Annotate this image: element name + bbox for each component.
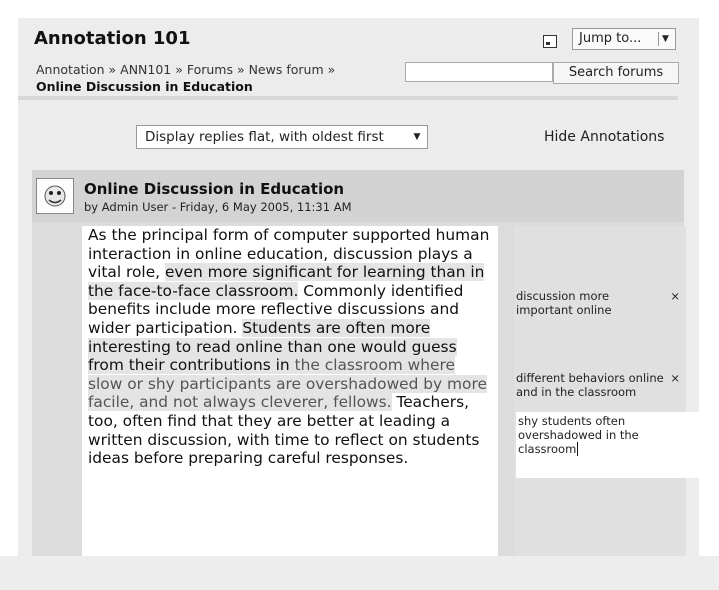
annotation-edit-text: shy students often overshadowed in the c…	[518, 414, 639, 456]
chevron-down-icon: ▼	[658, 32, 672, 46]
display-mode-select[interactable]: Display replies flat, with oldest first …	[136, 125, 428, 149]
annotation-margin: discussion more important online × diffe…	[514, 226, 702, 556]
post-title: Online Discussion in Education	[84, 180, 345, 198]
forum-page: Annotation 101 Jump to... ▼ Annotation »…	[18, 18, 702, 556]
breadcrumb-current: Online Discussion in Education	[36, 79, 253, 94]
post-header: Online Discussion in Education by Admin …	[32, 170, 684, 222]
search-input[interactable]	[405, 62, 553, 82]
post-text: As the principal form of computer suppor…	[82, 226, 498, 468]
close-icon[interactable]: ×	[670, 371, 680, 385]
display-mode-label: Display replies flat, with oldest first	[145, 129, 384, 145]
hide-annotations-link[interactable]: Hide Annotations	[544, 129, 664, 145]
text-cursor	[577, 442, 579, 456]
annotation-text: discussion more important online	[516, 289, 612, 317]
user-face-icon	[44, 185, 66, 207]
post-body: As the principal form of computer suppor…	[82, 226, 498, 556]
chevron-down-icon: ▼	[413, 132, 421, 142]
avatar[interactable]	[36, 178, 74, 214]
annotation-note[interactable]: different behaviors online and in the cl…	[516, 371, 680, 399]
annotation-edit-box[interactable]: shy students often overshadowed in the c…	[516, 412, 702, 478]
close-icon[interactable]: ×	[670, 289, 680, 303]
post-date: - Friday, 6 May 2005, 11:31 AM	[168, 200, 352, 214]
header-divider	[18, 96, 678, 100]
forum-post: Online Discussion in Education by Admin …	[32, 170, 702, 556]
post-byline: by Admin User - Friday, 6 May 2005, 11:3…	[84, 200, 352, 214]
search-forums-button[interactable]: Search forums	[553, 62, 679, 84]
page-title: Annotation 101	[34, 28, 191, 49]
jump-to-label: Jump to...	[579, 31, 642, 46]
page-footer-band	[0, 556, 719, 590]
byline-prefix: by	[84, 200, 99, 214]
jump-to-select[interactable]: Jump to... ▼	[572, 28, 676, 50]
annotation-text: different behaviors online and in the cl…	[516, 371, 664, 399]
annotation-note[interactable]: discussion more important online ×	[516, 289, 680, 317]
author-link[interactable]: Admin User	[102, 200, 169, 214]
breadcrumb[interactable]: Annotation » ANN101 » Forums » News foru…	[36, 62, 335, 77]
printer-icon[interactable]	[543, 35, 557, 48]
